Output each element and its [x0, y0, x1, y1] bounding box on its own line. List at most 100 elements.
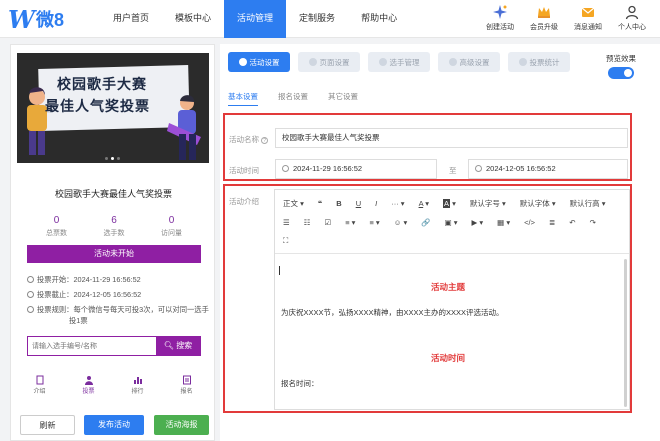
subtab-signup[interactable]: 报名设置 — [278, 91, 308, 106]
subtab-other[interactable]: 其它设置 — [328, 91, 358, 106]
person-icon — [84, 376, 93, 385]
editor-toolbar: 正文 ▾ ❝ B U I ··· ▾ A ▾ A ▾ 默认字号 ▾ 默认字体 ▾… — [275, 190, 629, 254]
bold-icon[interactable]: B — [336, 199, 341, 208]
user-icon — [625, 5, 639, 19]
image-icon[interactable]: ▣ ▾ — [445, 218, 458, 227]
singer-illustration-icon — [27, 87, 50, 155]
carousel-dots — [105, 157, 120, 160]
carousel-dot[interactable] — [105, 157, 108, 160]
code-icon[interactable]: </> — [524, 218, 535, 227]
activity-status-button[interactable]: 活动未开始 — [27, 245, 201, 263]
undo-icon[interactable]: ↶ — [569, 218, 575, 227]
page-icon — [308, 58, 317, 66]
banner-title-line1: 校园歌手大赛 — [57, 76, 147, 92]
bottom-tab-signup[interactable]: 报名 — [164, 375, 209, 395]
contestant-search: 🔍︎ 搜索 — [27, 336, 201, 356]
video-icon[interactable]: ▶ ▾ — [472, 218, 484, 227]
nav-item-custom-service[interactable]: 定制服务 — [286, 0, 348, 38]
nav-item-home[interactable]: 用户首页 — [100, 0, 162, 38]
font-size-dropdown[interactable]: 默认字号 ▾ — [470, 198, 506, 209]
editor-scrollbar[interactable] — [624, 259, 627, 407]
time-separator: 至 — [449, 166, 457, 175]
heart-icon — [238, 58, 247, 66]
font-family-dropdown[interactable]: 默认字体 ▾ — [520, 198, 556, 209]
logo[interactable]: W 微8 — [8, 4, 64, 34]
step-activity-settings[interactable]: 活动设置 — [228, 52, 290, 72]
step-page-settings[interactable]: 页面设置 — [298, 52, 360, 72]
refresh-button[interactable]: 刷新 — [20, 415, 75, 435]
bottom-tab-ranking[interactable]: 排行 — [115, 375, 160, 395]
logo-text: 微8 — [35, 10, 64, 30]
step-vote-statistics[interactable]: 投票统计 — [508, 52, 570, 72]
step-label: 活动设置 — [249, 57, 280, 67]
nav-item-help-center[interactable]: 帮助中心 — [348, 0, 410, 38]
end-time-input[interactable]: 2024-12-05 16:56:52 — [468, 159, 628, 179]
carousel-dot-active[interactable] — [111, 157, 114, 160]
step-label: 投票统计 — [529, 57, 560, 67]
activity-banner: 校园歌手大赛 最佳人气奖投票 — [17, 53, 209, 163]
carousel-dot[interactable] — [117, 157, 120, 160]
todo-list-icon[interactable]: ☑ — [324, 218, 331, 227]
stat-value: 0 — [53, 215, 60, 226]
preview-effect: 预览效果 — [606, 53, 636, 79]
bottom-tab-label: 排行 — [131, 389, 144, 395]
link-icon[interactable]: 🔗 — [421, 218, 430, 227]
nav-item-activity-management[interactable]: 活动管理 — [224, 0, 287, 38]
search-button[interactable]: 🔍︎ 搜索 — [156, 337, 200, 355]
logo-mark: W — [8, 4, 35, 34]
clock-icon — [282, 165, 289, 172]
redo-icon[interactable]: ↷ — [590, 218, 596, 227]
underline-icon[interactable]: U — [356, 199, 361, 208]
bulleted-list-icon[interactable]: ☰ — [283, 218, 290, 227]
bottom-tab-intro[interactable]: 介绍 — [17, 375, 62, 395]
search-button-label: 搜索 — [176, 341, 193, 350]
align-icon[interactable]: ≡ ▾ — [345, 218, 355, 227]
more-format-icon[interactable]: ··· ▾ — [391, 199, 404, 208]
vote-start-info: 投票开始：2024-11-29 16:56:52 — [27, 274, 207, 285]
sparkle-icon — [493, 4, 507, 19]
publish-activity-button[interactable]: 发布活动 — [84, 415, 144, 435]
subtab-basic[interactable]: 基本设置 — [228, 91, 258, 106]
editor-content[interactable]: 活动主题 为庆祝XXXX节，弘扬XXXX精神，由XXXX主办的XXXX评选活动。… — [275, 255, 629, 409]
banner-title-line2: 最佳人气奖投票 — [45, 98, 150, 114]
activity-time-label: 活动时间 — [229, 166, 259, 175]
nav-item-templates[interactable]: 模板中心 — [162, 0, 224, 38]
vote-end-info: 投票截止：2024-12-05 16:56:52 — [27, 289, 207, 300]
step-advanced-settings[interactable]: 高级设置 — [438, 52, 500, 72]
activity-poster-button[interactable]: 活动海报 — [154, 415, 209, 435]
font-color-icon[interactable]: A ▾ — [419, 199, 429, 208]
indent-icon[interactable]: ≡ ▾ — [369, 218, 379, 227]
start-time-text: 2024-11-29 16:56:52 — [293, 164, 363, 173]
member-upgrade-button[interactable]: 会员升级 — [522, 3, 566, 32]
notifications-button[interactable]: 消息通知 — [566, 3, 610, 32]
table-icon[interactable]: ▦ ▾ — [497, 218, 510, 227]
line-height-dropdown[interactable]: 默认行高 ▾ — [570, 198, 606, 209]
preview-effect-toggle[interactable] — [608, 67, 634, 79]
step-contestant-management[interactable]: 选手管理 — [368, 52, 430, 72]
activity-name-input[interactable]: 校园歌手大赛最佳人气奖投票 — [275, 128, 628, 148]
numbered-list-icon[interactable]: ☷ — [304, 218, 311, 227]
search-input[interactable] — [28, 337, 156, 355]
divider-icon[interactable]: ≣ — [549, 218, 555, 227]
preview-effect-label: 预览效果 — [606, 54, 636, 63]
paragraph-style-dropdown[interactable]: 正文 ▾ — [283, 198, 304, 209]
activity-intro-label: 活动介绍 — [229, 197, 259, 206]
profile-button[interactable]: 个人中心 — [610, 3, 654, 32]
help-icon: ? — [261, 137, 269, 144]
top-nav: W 微8 用户首页 模板中心 活动管理 定制服务 帮助中心 创建活动 会员升级 … — [0, 0, 660, 38]
background-color-icon[interactable]: A ▾ — [443, 198, 456, 208]
profile-label: 个人中心 — [618, 24, 646, 31]
italic-icon[interactable]: I — [375, 199, 377, 208]
quote-icon[interactable]: ❝ — [318, 199, 322, 208]
mobile-preview-panel: 校园歌手大赛 最佳人气奖投票 校园歌手大赛最佳人气奖投票 0 总票数 6 选手数… — [10, 44, 215, 441]
activity-title: 校园歌手大赛最佳人气奖投票 — [54, 189, 172, 199]
document-icon — [36, 375, 43, 385]
start-time-input[interactable]: 2024-11-29 16:56:52 — [275, 159, 437, 179]
end-time-text: 2024-12-05 16:56:52 — [486, 164, 556, 173]
emoji-icon[interactable]: ☺ ▾ — [394, 218, 408, 227]
stat-value: 0 — [168, 215, 175, 226]
bottom-tab-vote[interactable]: 投票 — [66, 375, 111, 395]
create-activity-button[interactable]: 创建活动 — [478, 3, 522, 32]
fullscreen-icon[interactable]: ⛶ — [283, 236, 288, 246]
toolbar-row-3: ⛶ — [283, 233, 302, 249]
